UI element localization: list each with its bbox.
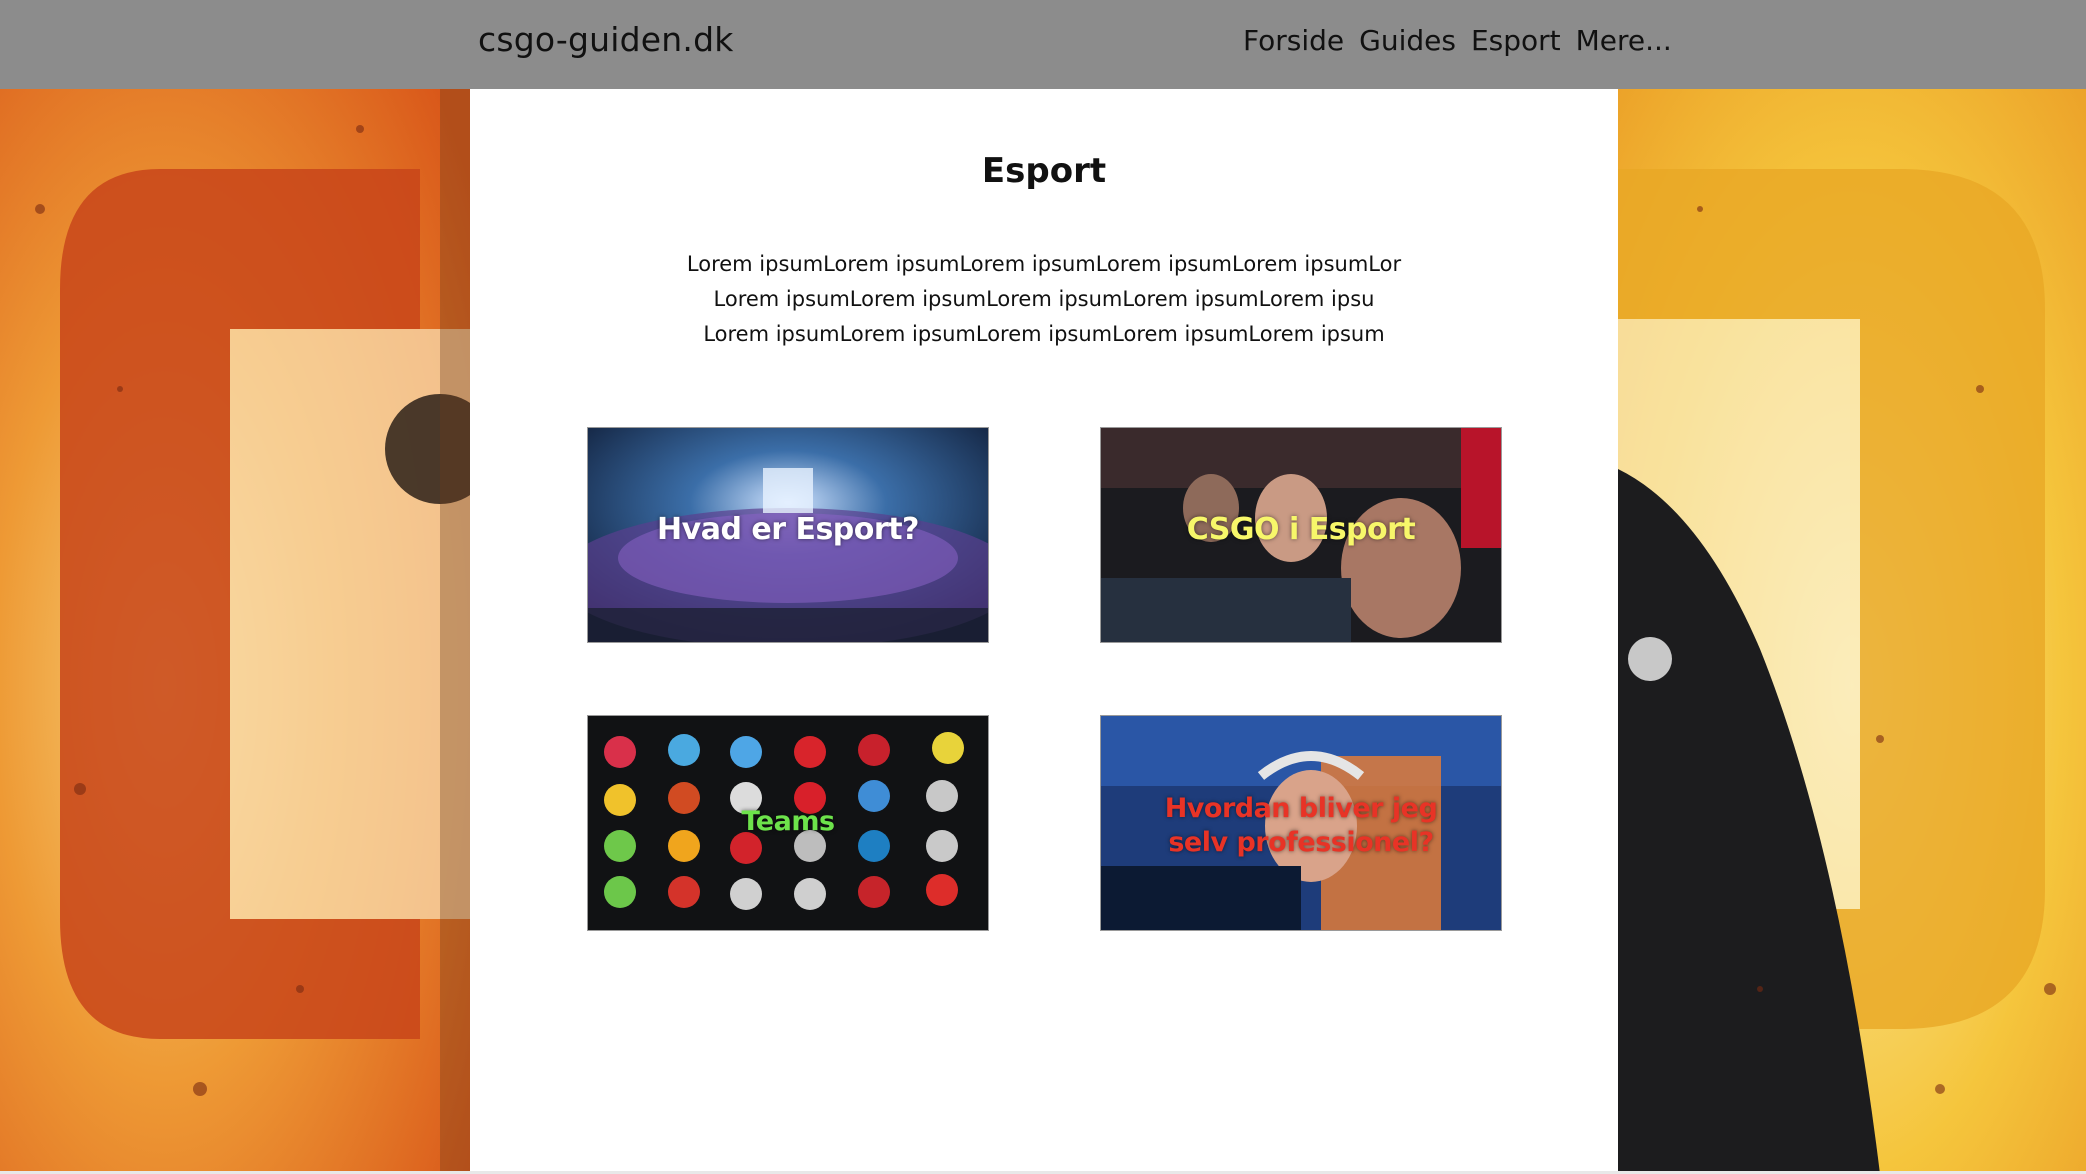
brand-link[interactable]: csgo-guiden.dk (478, 20, 734, 59)
card-csgo-i-esport[interactable]: CSGO i Esport (1100, 427, 1502, 643)
intro-text: Lorem ipsumLorem ipsumLorem ipsumLorem i… (470, 247, 1618, 352)
intro-line: Lorem ipsumLorem ipsumLorem ipsumLorem i… (686, 252, 1402, 276)
card-title-line: selv professionel? (1168, 827, 1434, 858)
card-title: Teams (741, 806, 835, 837)
main-nav: Forside Guides Esport Mere... (1243, 24, 1672, 57)
page-title: Esport (981, 151, 1107, 191)
intro-line: Lorem ipsumLorem ipsumLorem ipsumLorem i… (713, 287, 1375, 311)
nav-item-esport[interactable]: Esport (1471, 24, 1561, 57)
intro-line: Lorem ipsumLorem ipsumLorem ipsumLorem i… (703, 322, 1385, 346)
content-panel: Esport Lorem ipsumLorem ipsumLorem ipsum… (470, 89, 1618, 1174)
nav-item-mere[interactable]: Mere... (1576, 24, 1672, 57)
card-hvad-er-esport[interactable]: Hvad er Esport? (587, 427, 989, 643)
card-teams[interactable]: Teams (587, 715, 989, 931)
nav-item-forside[interactable]: Forside (1243, 24, 1344, 57)
card-title-line: Hvordan bliver jeg (1164, 793, 1438, 824)
card-title: Hvordan bliver jeg selv professionel? (1101, 792, 1501, 860)
top-navbar: csgo-guiden.dk Forside Guides Esport Mer… (0, 0, 2086, 89)
nav-item-guides[interactable]: Guides (1359, 24, 1456, 57)
card-hvordan-bliver-jeg-professionel[interactable]: Hvordan bliver jeg selv professionel? (1100, 715, 1502, 931)
card-title: Hvad er Esport? (657, 512, 919, 547)
card-title: CSGO i Esport (1186, 512, 1416, 547)
